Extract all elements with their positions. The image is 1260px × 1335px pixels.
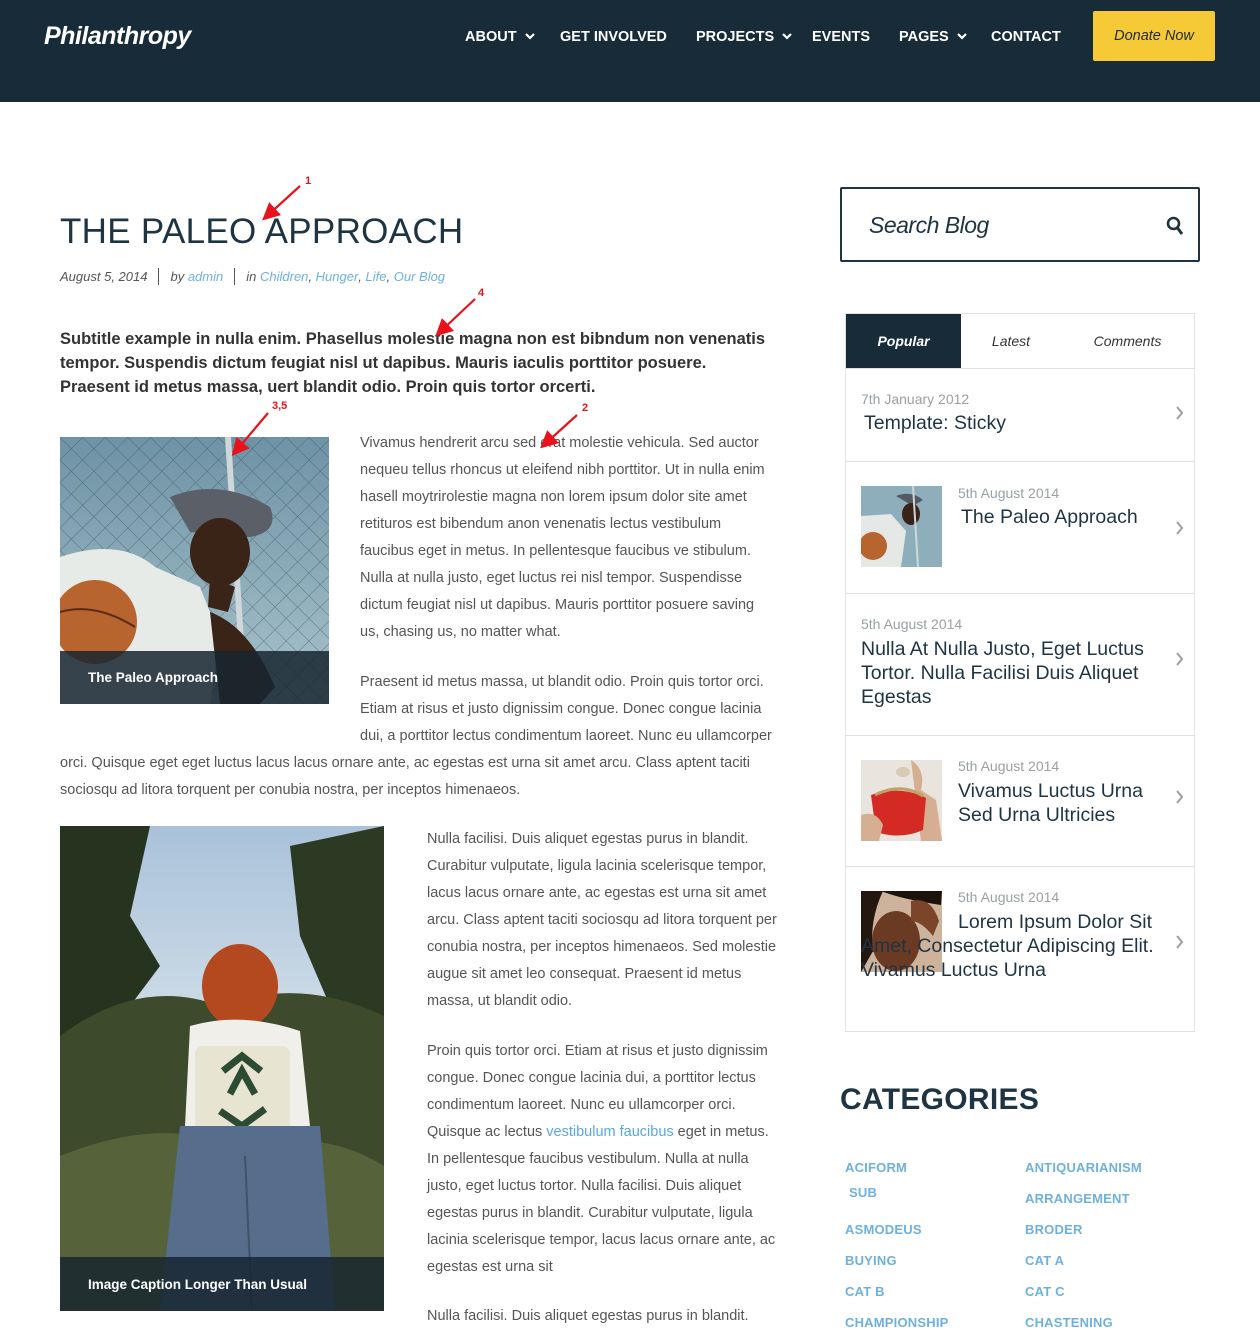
popular-posts-widget: Popular Latest Comments 7th January 2012… [845, 313, 1195, 1032]
category-link[interactable]: ANTIQUARIANISM [1025, 1160, 1142, 1175]
nav-events[interactable]: EVENTS [812, 29, 870, 45]
annotation-arrow-3-5 [231, 412, 269, 457]
red-purse-thumbnail [861, 760, 942, 841]
annotation-arrow-4 [435, 298, 476, 337]
annotation-label-1: 1 [305, 175, 312, 187]
post-title-link[interactable]: Template: Sticky [864, 411, 1164, 435]
post-thumbnail[interactable] [861, 486, 942, 567]
post-title-link[interactable]: Nulla At Nulla Justo, Eget Luctus Tortor… [861, 637, 1171, 709]
paragraph-4: Proin quis tortor orci. Etiam at risus e… [427, 1038, 777, 1281]
popular-post-item[interactable]: 5th August 2014 The Paleo Approach [846, 461, 1194, 593]
figure-caption: Image Caption Longer Than Usual [60, 1257, 384, 1311]
categories-heading: CATEGORIES [840, 1083, 1040, 1116]
post-date: 5th August 2014 [958, 485, 1060, 501]
nav-pages-label: PAGES [899, 29, 949, 45]
category-link[interactable]: BUYING [845, 1253, 897, 1268]
category-link[interactable]: SUB [849, 1185, 877, 1200]
figure-recycle[interactable]: RECYCLE Image Caption Longer Than Usual [60, 826, 384, 1311]
post-thumbnail[interactable] [861, 760, 942, 841]
vestibulum-faucibus-link[interactable]: vestibulum faucibus [546, 1124, 673, 1140]
nav-events-label: EVENTS [812, 29, 871, 45]
nav-contact[interactable]: CONTACT [991, 29, 1061, 45]
post-date: 5th August 2014 [958, 889, 1060, 905]
post-title-link[interactable]: The Paleo Approach [961, 505, 1176, 529]
basketball-player-thumbnail [861, 486, 942, 567]
annotation-arrows [231, 185, 578, 457]
category-link[interactable]: CAT B [845, 1284, 885, 1299]
popular-post-item[interactable]: 5th August 2014 Lorem Ipsum Dolor Sit Am… [846, 866, 1194, 1032]
float-spacer [60, 669, 360, 750]
chevron-down-icon [956, 33, 967, 40]
tab-popular[interactable]: Popular [846, 314, 961, 368]
annotation-arrow-1 [262, 185, 301, 221]
post-date: 5th August 2014 [958, 758, 1060, 774]
category-link[interactable]: BRODER [1025, 1222, 1083, 1237]
category-link[interactable]: CAT C [1025, 1284, 1065, 1299]
popular-post-item[interactable]: 7th January 2012 Template: Sticky [846, 368, 1194, 462]
annotation-label-3-5: 3,5 [272, 400, 288, 412]
chevron-right-icon [1176, 652, 1184, 671]
popular-post-item[interactable]: 5th August 2014 Vivamus Luctus Urna Sed … [846, 735, 1194, 866]
annotation-label-4: 4 [478, 287, 485, 299]
figure-paleo-approach[interactable]: The Paleo Approach [60, 437, 329, 704]
post-title-link[interactable]: Vivamus Luctus Urna Sed Urna Ultricies [958, 779, 1173, 827]
chevron-right-icon [1176, 521, 1184, 540]
category-link[interactable]: CHAMPIONSHIP [845, 1315, 949, 1330]
category-link[interactable]: CHASTENING [1025, 1315, 1113, 1330]
nav-contact-label: CONTACT [991, 29, 1061, 45]
category-link[interactable]: ACIFORM [845, 1160, 907, 1175]
category-link[interactable]: CAT A [1025, 1253, 1064, 1268]
recycle-bag-woman-image: RECYCLE [60, 826, 384, 1311]
tab-comments[interactable]: Comments [1061, 314, 1194, 368]
paragraph-5: Nulla facilisi. Duis aliquet egestas pur… [427, 1308, 749, 1324]
donate-now-button[interactable]: Donate Now [1093, 11, 1215, 61]
nav-pages[interactable]: PAGES [899, 29, 967, 45]
search-icon[interactable] [1166, 216, 1184, 241]
chevron-right-icon [1176, 406, 1184, 425]
annotation-label-2: 2 [582, 402, 589, 414]
popular-post-item[interactable]: 5th August 2014 Nulla At Nulla Justo, Eg… [846, 593, 1194, 735]
chevron-right-icon [1176, 935, 1184, 954]
paragraph-4-text-b: eget in metus. In pellentesque faucibus … [427, 1124, 776, 1275]
post-date: 7th January 2012 [861, 391, 970, 407]
search-blog-field[interactable]: Search Blog [840, 187, 1200, 262]
search-placeholder: Search Blog [869, 212, 989, 238]
category-link[interactable]: ARRANGEMENT [1025, 1191, 1130, 1206]
category-link[interactable]: ASMODEUS [845, 1222, 922, 1237]
post-date: 5th August 2014 [861, 616, 963, 632]
chevron-right-icon [1176, 790, 1184, 809]
tab-latest[interactable]: Latest [961, 314, 1061, 368]
annotation-arrow-2 [540, 414, 578, 449]
post-title-link[interactable]: Lorem Ipsum Dolor Sit Amet, Consectetur … [861, 910, 1176, 982]
paragraph-3: Nulla facilisi. Duis aliquet egestas pur… [427, 831, 777, 1009]
paragraph-2: Praesent id metus massa, ut blandit odio… [60, 669, 775, 804]
